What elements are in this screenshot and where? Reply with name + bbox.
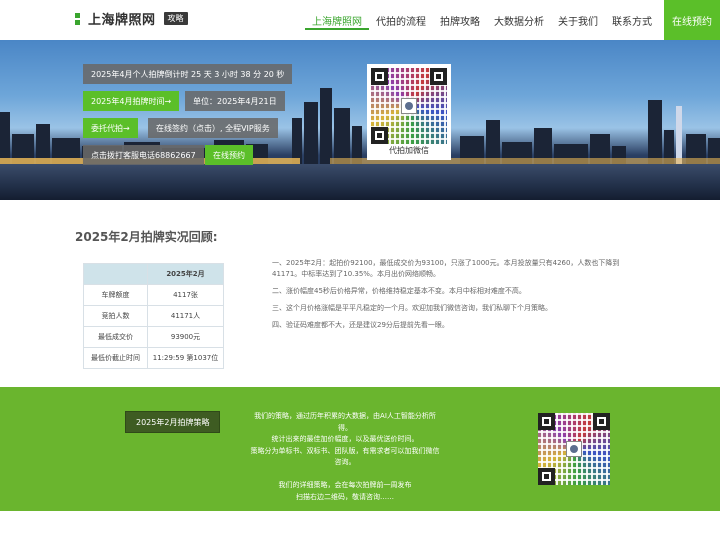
review-notes: 一、2025年2月：起拍价92100，最低成交价为93100，只涨了1000元。…	[272, 258, 642, 337]
strategy-line: 我们的详细策略，会在每次拍牌前一周发布	[278, 481, 412, 489]
row-label: 竞拍人数	[83, 305, 148, 327]
qr-caption: 代拍加微信	[389, 146, 429, 155]
auction-date: 单位：2025年4月21日	[185, 91, 285, 111]
table-row: 最低成交价 93900元	[83, 326, 224, 348]
table-header-row: 2025年2月	[83, 263, 224, 285]
strategy-line: 扫描右边二维码，敬请咨询……	[296, 492, 394, 501]
logo-mark-icon	[75, 12, 80, 25]
strategy-line: 我们的策略，通过历年积累的大数据，由AI人工智能分析所得。	[254, 412, 436, 432]
logo[interactable]: 上海牌照网 攻略	[75, 9, 188, 28]
strategy-line: 统计出来的最佳加价幅度，以及最优送价时间。	[271, 435, 419, 443]
site-header: 上海牌照网 攻略 上海牌照网 代拍的流程 拍牌攻略 大数据分析 关于我们 联系方…	[0, 0, 720, 40]
nav-item-process[interactable]: 代拍的流程	[369, 0, 433, 40]
call-service-button[interactable]: 点击拨打客服电话68862667	[83, 145, 204, 165]
strategy-spacer	[250, 469, 440, 481]
table-corner	[83, 263, 148, 285]
nav-item-about[interactable]: 关于我们	[551, 0, 605, 40]
nav-booking-button[interactable]: 在线预约	[664, 0, 720, 40]
row-value: 41171人	[147, 305, 224, 327]
strategy-section: 2025年2月拍牌策略 我们的策略，通过历年积累的大数据，由AI人工智能分析所得…	[0, 387, 720, 511]
qr-code-icon	[371, 68, 447, 144]
review-note: 三、这个月价格涨幅是平平凡稳定的一个月。欢迎加我们微信咨询，我们私聊下个月策略。	[272, 304, 552, 312]
nav-item-strategy[interactable]: 拍牌攻略	[433, 0, 487, 40]
qr-code-icon	[538, 413, 610, 485]
row-label: 最低成交价	[83, 326, 148, 348]
nav-item-bigdata[interactable]: 大数据分析	[487, 0, 551, 40]
hero-banner: 2025年4月个人拍牌倒计时 25 天 3 小时 38 分 20 秒 2025年…	[0, 40, 720, 200]
table-row: 竞拍人数 41171人	[83, 305, 224, 327]
nav-item-home[interactable]: 上海牌照网	[305, 0, 369, 40]
row-value: 93900元	[147, 326, 224, 348]
review-note: 四、验证码难度都不大，还是建议29分后提前先看一眼。	[272, 321, 449, 329]
strategy-description: 我们的策略，通过历年积累的大数据，由AI人工智能分析所得。 统计出来的最佳加价幅…	[250, 411, 440, 503]
table-row: 车牌额度 4117张	[83, 284, 224, 306]
online-sign-vip-button[interactable]: 在线签约（点击）, 全程VIP服务	[148, 118, 278, 138]
page: 上海牌照网 攻略 上海牌照网 代拍的流程 拍牌攻略 大数据分析 关于我们 联系方…	[0, 0, 720, 540]
nav-item-contact[interactable]: 联系方式	[605, 0, 659, 40]
delegate-bid-button[interactable]: 委托代拍→	[83, 118, 138, 138]
row-value: 11:29:59 第1037位	[147, 347, 224, 369]
review-note: 一、2025年2月：起拍价92100，最低成交价为93100，只涨了1000元。…	[272, 259, 620, 278]
auction-time-button[interactable]: 2025年4月拍牌时间→	[83, 91, 180, 111]
wechat-qr-card: 代拍加微信	[367, 64, 451, 160]
row-value: 4117张	[147, 284, 224, 306]
table-row: 最低价截止时间 11:29:59 第1037位	[83, 347, 224, 369]
main-nav: 上海牌照网 代拍的流程 拍牌攻略 大数据分析 关于我们 联系方式 在线预约	[305, 0, 720, 40]
row-label: 车牌额度	[83, 284, 148, 306]
auction-summary-table: 2025年2月 车牌额度 4117张 竞拍人数 41171人 最低成交价 939…	[83, 263, 224, 369]
review-title: 2025年2月拍牌实况回顾:	[75, 230, 218, 244]
table-header-month: 2025年2月	[147, 263, 224, 285]
logo-text: 上海牌照网	[88, 13, 156, 28]
auction-countdown: 2025年4月个人拍牌倒计时 25 天 3 小时 38 分 20 秒	[83, 64, 293, 84]
row-label: 最低价截止时间	[83, 347, 148, 369]
logo-badge: 攻略	[163, 12, 188, 25]
strategy-line: 策略分为单标书、双标书、团队版，有需求者可以加我们微信咨询。	[250, 446, 440, 467]
strategy-qr	[538, 413, 610, 485]
online-booking-button[interactable]: 在线预约	[205, 145, 253, 165]
strategy-button[interactable]: 2025年2月拍牌策略	[125, 411, 221, 433]
review-note: 二、涨价幅度45秒后价格异常，价格维持稳定基本不变。本月中标相对难度不高。	[272, 287, 526, 295]
